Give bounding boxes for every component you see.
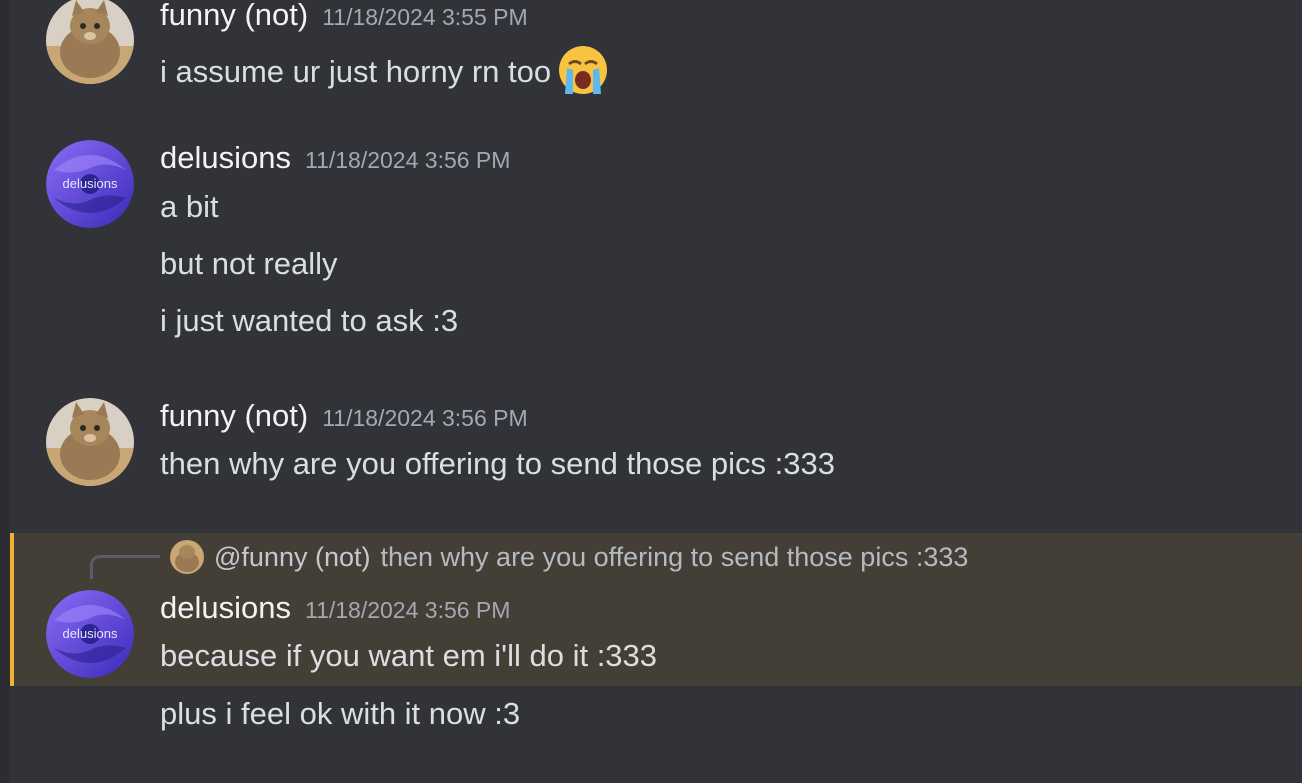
avatar-delusions[interactable]: delusions	[46, 590, 134, 678]
username[interactable]: funny (not)	[160, 398, 308, 433]
reply-connector	[90, 555, 160, 579]
reply-preview[interactable]: @funny (not) then why are you offering t…	[170, 540, 968, 574]
message-text: i assume ur just horny rn too	[160, 44, 609, 96]
timestamp[interactable]: 11/18/2024 3:56 PM	[305, 597, 510, 623]
message-header: delusions 11/18/2024 3:56 PM	[160, 590, 510, 626]
mention-highlight-bar	[10, 533, 14, 686]
svg-text:delusions: delusions	[63, 626, 118, 641]
svg-text:delusions: delusions	[63, 176, 118, 191]
timestamp[interactable]: 11/18/2024 3:56 PM	[322, 405, 527, 431]
timestamp[interactable]: 11/18/2024 3:55 PM	[322, 4, 527, 30]
message-text: i just wanted to ask :3	[160, 303, 459, 338]
message-text: a bit	[160, 189, 219, 224]
avatar-funny-cat[interactable]	[46, 398, 134, 486]
reply-mention[interactable]: @funny (not)	[214, 542, 370, 573]
reply-avatar	[170, 540, 204, 574]
message-text: plus i feel ok with it now :3	[160, 696, 521, 731]
username[interactable]: funny (not)	[160, 0, 308, 32]
chat-messages: funny (not) 11/18/2024 3:55 PM i assume u…	[0, 0, 1302, 783]
timestamp[interactable]: 11/18/2024 3:56 PM	[305, 147, 510, 173]
loudly-crying-face-emoji[interactable]	[557, 44, 609, 96]
username[interactable]: delusions	[160, 140, 291, 175]
message-text: because if you want em i'll do it :333	[160, 638, 658, 673]
message-header: funny (not) 11/18/2024 3:55 PM	[160, 0, 528, 33]
username[interactable]: delusions	[160, 590, 291, 625]
message-text: then why are you offering to send those …	[160, 446, 835, 481]
message-header: funny (not) 11/18/2024 3:56 PM	[160, 398, 528, 434]
message-text: but not really	[160, 246, 338, 281]
avatar-delusions[interactable]: delusions	[46, 140, 134, 228]
message-header: delusions 11/18/2024 3:56 PM	[160, 140, 510, 176]
avatar-funny-cat[interactable]	[46, 0, 134, 84]
reply-text: then why are you offering to send those …	[380, 541, 969, 572]
